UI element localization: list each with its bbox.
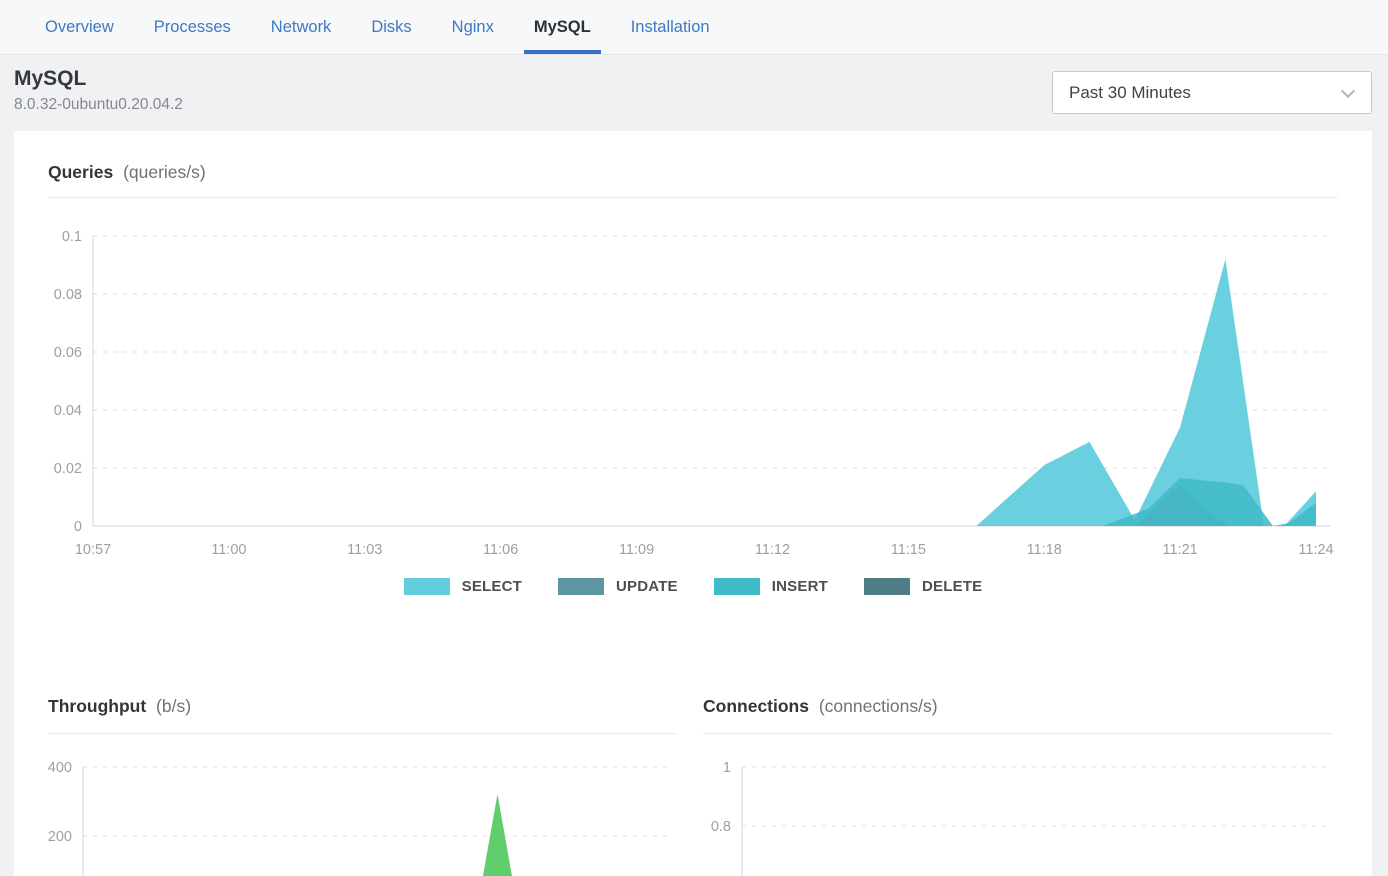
page-header: MySQL 8.0.32-0ubuntu0.20.04.2 Past 30 Mi… [0,55,1388,131]
bottom-charts-row: Throughput (b/s) 400 200 Connections (con… [48,695,1338,876]
svg-text:10:57: 10:57 [75,542,111,558]
tab-nginx[interactable]: Nginx [442,0,504,54]
legend-label: DELETE [922,578,982,595]
tab-network[interactable]: Network [261,0,342,54]
svg-text:0.04: 0.04 [54,403,82,419]
svg-text:0.02: 0.02 [54,461,82,477]
mysql-version: 8.0.32-0ubuntu0.20.04.2 [14,96,183,114]
legend-label: UPDATE [616,578,678,595]
tab-overview[interactable]: Overview [35,0,124,54]
svg-text:11:18: 11:18 [1027,542,1062,558]
throughput-chart: 400 200 [48,746,677,876]
legend-item-delete[interactable]: DELETE [864,578,982,595]
section-divider [703,733,1332,734]
section-divider [48,733,677,734]
svg-text:0.08: 0.08 [54,287,82,303]
svg-text:11:06: 11:06 [483,542,518,558]
svg-text:11:00: 11:00 [211,542,246,558]
content-card: Queries (queries/s) 0.10.080.060.040.020… [14,131,1372,876]
chart-unit: (connections/s) [819,696,938,716]
chart-unit: (queries/s) [123,162,206,182]
svg-text:0.8: 0.8 [711,819,731,835]
time-range-value: Past 30 Minutes [1069,83,1191,103]
svg-text:1: 1 [723,760,731,776]
legend-item-insert[interactable]: INSERT [714,578,828,595]
header-titles: MySQL 8.0.32-0ubuntu0.20.04.2 [14,67,183,114]
page-title: MySQL [14,67,183,91]
legend-swatch [864,578,910,595]
section-divider [48,197,1338,198]
legend-swatch [714,578,760,595]
tab-installation[interactable]: Installation [621,0,720,54]
chart-unit: (b/s) [156,696,191,716]
tab-mysql[interactable]: MySQL [524,0,601,54]
chart-title: Throughput [48,696,146,716]
svg-text:11:12: 11:12 [755,542,790,558]
legend-swatch [558,578,604,595]
svg-text:11:03: 11:03 [347,542,382,558]
queries-legend: SELECT UPDATE INSERT DELETE [48,578,1338,595]
queries-section: Queries (queries/s) 0.1 0.08 0.06 0.04 0.02 0… [48,161,1338,595]
queries-chart: 0.1 0.08 0.06 0.04 0.02 0 10:57 11:00 11:03 11:06… [48,202,1344,570]
svg-text:11:09: 11:09 [619,542,654,558]
queries-title: Queries (queries/s) [48,161,1338,183]
tab-bar: Overview Processes Network Disks Nginx MySQL I… [0,0,1388,55]
time-range-select[interactable]: Past 30 Minutes [1052,71,1372,114]
legend-item-update[interactable]: UPDATE [558,578,678,595]
svg-text:0.06: 0.06 [54,345,82,361]
tab-disks[interactable]: Disks [361,0,421,54]
connections-title: Connections (connections/s) [703,695,1332,717]
svg-text:11:15: 11:15 [891,542,926,558]
legend-item-select[interactable]: SELECT [404,578,522,595]
svg-text:0: 0 [74,519,82,535]
svg-text:11:24: 11:24 [1298,542,1333,558]
svg-text:11:21: 11:21 [1163,542,1198,558]
chart-title: Connections [703,696,809,716]
legend-swatch [404,578,450,595]
svg-text:200: 200 [48,829,72,845]
legend-label: SELECT [462,578,522,595]
connections-section: Connections (connections/s) 10.8 [703,695,1332,876]
legend-label: INSERT [772,578,828,595]
throughput-section: Throughput (b/s) 400 200 [48,695,677,876]
chart-title: Queries [48,162,113,182]
svg-text:400: 400 [48,760,72,776]
tab-processes[interactable]: Processes [144,0,241,54]
chevron-down-icon [1341,83,1355,97]
connections-chart: 10.8 [703,746,1332,876]
svg-text:0.1: 0.1 [62,229,82,245]
throughput-title: Throughput (b/s) [48,695,677,717]
